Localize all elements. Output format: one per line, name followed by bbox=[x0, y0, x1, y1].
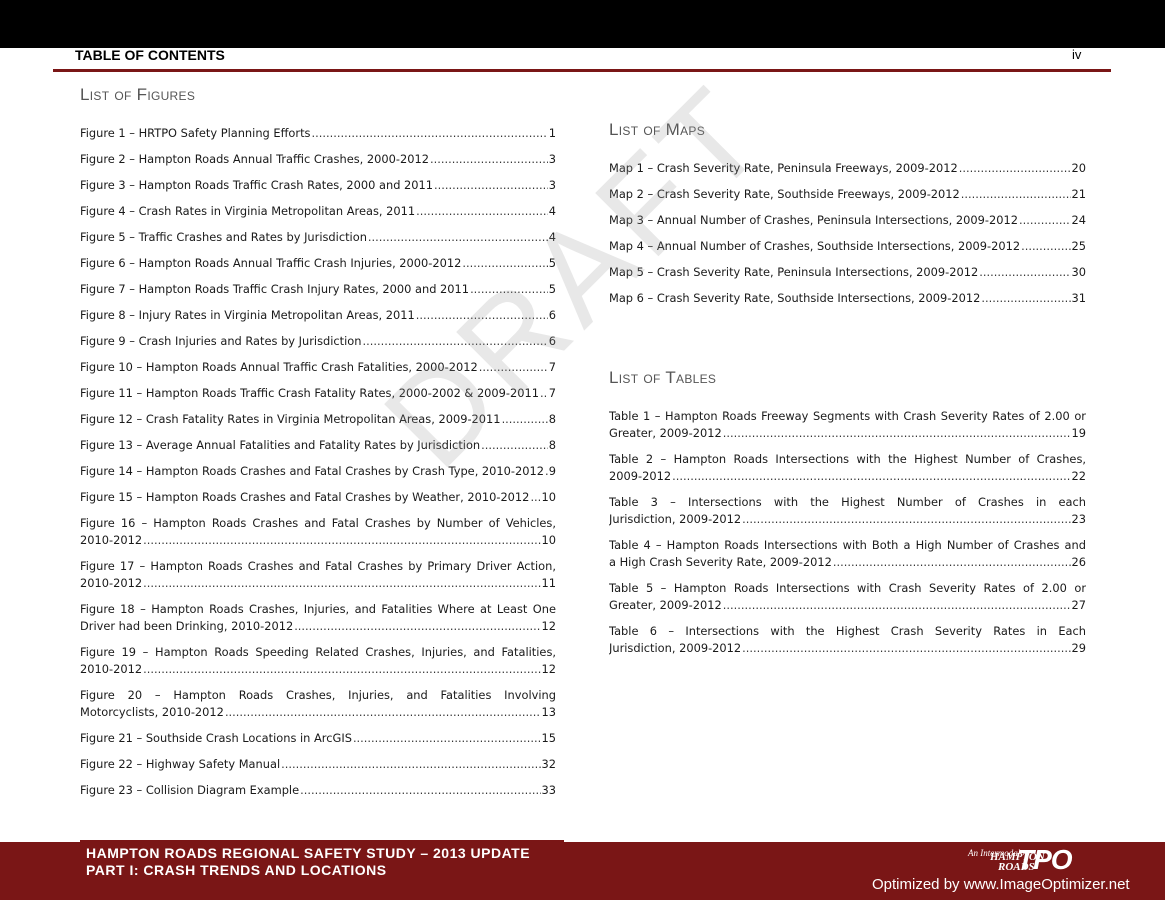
figure-entry[interactable]: Figure 8 – Injury Rates in Virginia Metr… bbox=[80, 307, 556, 333]
figure-entry[interactable]: Figure 2 – Hampton Roads Annual Traffic … bbox=[80, 151, 556, 177]
figure-entry[interactable]: Figure 15 – Hampton Roads Crashes and Fa… bbox=[80, 489, 556, 515]
table-entry[interactable]: Table 6 – Intersections with the Highest… bbox=[609, 623, 1086, 666]
map-entry[interactable]: Map 6 – Crash Severity Rate, Southside I… bbox=[609, 290, 1086, 316]
figure-entry[interactable]: Figure 4 – Crash Rates in Virginia Metro… bbox=[80, 203, 556, 229]
figure-entry[interactable]: Figure 10 – Hampton Roads Annual Traffic… bbox=[80, 359, 556, 385]
figure-entry-multiline[interactable]: Figure 20 – Hampton Roads Crashes, Injur… bbox=[80, 687, 556, 730]
figure-entry[interactable]: Figure 9 – Crash Injuries and Rates by J… bbox=[80, 333, 556, 359]
figure-entry-multiline[interactable]: Figure 17 – Hampton Roads Crashes and Fa… bbox=[80, 558, 556, 601]
figure-entry[interactable]: Figure 11 – Hampton Roads Traffic Crash … bbox=[80, 385, 556, 411]
figure-entry[interactable]: Figure 1 – HRTPO Safety Planning Efforts… bbox=[80, 125, 556, 151]
tables-list: Table 1 – Hampton Roads Freeway Segments… bbox=[609, 408, 1086, 666]
table-entry[interactable]: Table 4 – Hampton Roads Intersections wi… bbox=[609, 537, 1086, 580]
map-entry[interactable]: Map 5 – Crash Severity Rate, Peninsula I… bbox=[609, 264, 1086, 290]
table-entry[interactable]: Table 3 – Intersections with the Highest… bbox=[609, 494, 1086, 537]
footer-part-title: PART I: CRASH TRENDS AND LOCATIONS bbox=[86, 862, 387, 878]
map-entry[interactable]: Map 1 – Crash Severity Rate, Peninsula F… bbox=[609, 160, 1086, 186]
page-header-title: TABLE OF CONTENTS bbox=[75, 47, 225, 63]
figure-entry-multiline[interactable]: Figure 18 – Hampton Roads Crashes, Injur… bbox=[80, 601, 556, 644]
table-entry[interactable]: Table 1 – Hampton Roads Freeway Segments… bbox=[609, 408, 1086, 451]
tpo-logo: TPO bbox=[1017, 844, 1073, 875]
figure-entry[interactable]: Figure 6 – Hampton Roads Annual Traffic … bbox=[80, 255, 556, 281]
figure-entry[interactable]: Figure 12 – Crash Fatality Rates in Virg… bbox=[80, 411, 556, 437]
page-number: iv bbox=[1072, 47, 1082, 62]
map-entry[interactable]: Map 4 – Annual Number of Crashes, Souths… bbox=[609, 238, 1086, 264]
map-entry[interactable]: Map 3 – Annual Number of Crashes, Penins… bbox=[609, 212, 1086, 238]
figure-entry[interactable]: Figure 23 – Collision Diagram Example33 bbox=[80, 782, 556, 808]
figure-entry[interactable]: Figure 14 – Hampton Roads Crashes and Fa… bbox=[80, 463, 556, 489]
table-entry[interactable]: Table 5 – Hampton Roads Intersections wi… bbox=[609, 580, 1086, 623]
figure-entry-multiline[interactable]: Figure 16 – Hampton Roads Crashes and Fa… bbox=[80, 515, 556, 558]
header-divider bbox=[53, 69, 1111, 72]
figure-entry[interactable]: Figure 21 – Southside Crash Locations in… bbox=[80, 730, 556, 756]
figure-entry[interactable]: Figure 5 – Traffic Crashes and Rates by … bbox=[80, 229, 556, 255]
top-black-bar bbox=[0, 0, 1165, 48]
figures-list: Figure 1 – HRTPO Safety Planning Efforts… bbox=[80, 125, 556, 808]
figure-entry-multiline[interactable]: Figure 19 – Hampton Roads Speeding Relat… bbox=[80, 644, 556, 687]
list-of-maps-heading: List of Maps bbox=[609, 120, 706, 139]
optimizer-watermark: Optimized by www.ImageOptimizer.net bbox=[872, 876, 1130, 893]
maps-list: Map 1 – Crash Severity Rate, Peninsula F… bbox=[609, 160, 1086, 316]
footer-study-title: HAMPTON ROADS REGIONAL SAFETY STUDY – 20… bbox=[86, 845, 531, 861]
figure-entry[interactable]: Figure 3 – Hampton Roads Traffic Crash R… bbox=[80, 177, 556, 203]
list-of-figures-heading: List of Figures bbox=[80, 85, 196, 104]
figure-entry[interactable]: Figure 22 – Highway Safety Manual32 bbox=[80, 756, 556, 782]
list-of-tables-heading: List of Tables bbox=[609, 368, 717, 387]
table-entry[interactable]: Table 2 – Hampton Roads Intersections wi… bbox=[609, 451, 1086, 494]
figure-entry[interactable]: Figure 7 – Hampton Roads Traffic Crash I… bbox=[80, 281, 556, 307]
map-entry[interactable]: Map 2 – Crash Severity Rate, Southside F… bbox=[609, 186, 1086, 212]
figure-entry[interactable]: Figure 13 – Average Annual Fatalities an… bbox=[80, 437, 556, 463]
